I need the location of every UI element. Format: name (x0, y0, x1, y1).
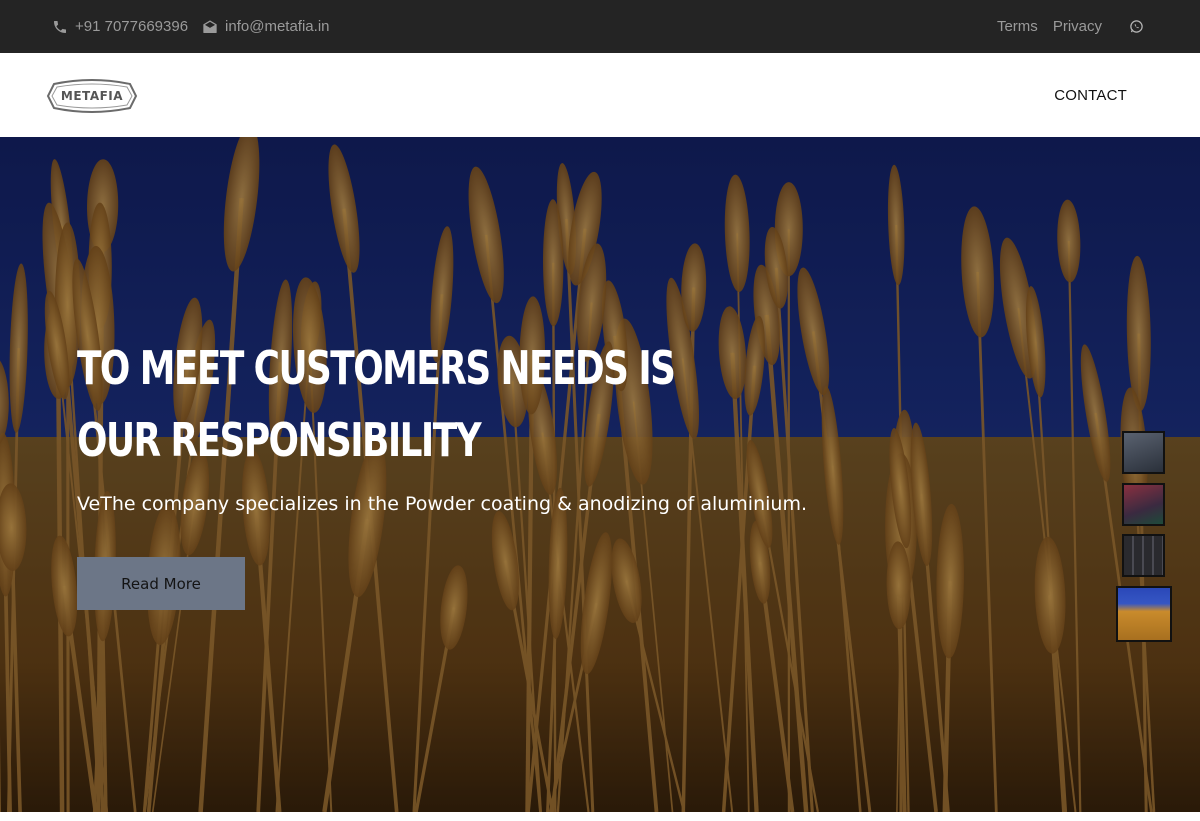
metafia-logo[interactable]: METAFIA (46, 78, 138, 114)
contact-info: +91 7077669396 info@metafia.in (52, 0, 330, 53)
envelope-icon (203, 19, 217, 33)
whatsapp-link[interactable] (1129, 19, 1144, 34)
page-bottom-edge (0, 812, 1200, 821)
nav-contact[interactable]: CONTACT (1054, 53, 1127, 137)
slide-4-thumbnail[interactable] (1116, 586, 1172, 642)
read-more-button[interactable]: Read More (77, 557, 245, 610)
phone-number[interactable]: +91 7077669396 (75, 18, 188, 35)
whatsapp-icon (1130, 20, 1143, 33)
terms-link[interactable]: Terms (997, 18, 1038, 35)
hero-slider: TO MEET CUSTOMERS NEEDS IS OUR RESPONSIB… (0, 137, 1200, 812)
phone-icon (54, 20, 66, 33)
topbar-links: Terms Privacy (997, 0, 1144, 53)
privacy-link[interactable]: Privacy (1053, 18, 1102, 35)
hero-title: TO MEET CUSTOMERS NEEDS IS OUR RESPONSIB… (77, 341, 676, 467)
slide-1-thumbnail[interactable] (1122, 431, 1165, 474)
phone-contact[interactable]: +91 7077669396 (52, 18, 188, 35)
email-contact[interactable]: info@metafia.in (202, 18, 330, 35)
slide-2-thumbnail[interactable] (1122, 483, 1165, 526)
site-header: METAFIA CONTACT (0, 53, 1200, 137)
hero-subtitle: VeThe company specializes in the Powder … (77, 493, 807, 515)
email-address[interactable]: info@metafia.in (225, 18, 329, 35)
svg-text:METAFIA: METAFIA (61, 89, 123, 103)
slide-3-thumbnail[interactable] (1122, 534, 1165, 577)
top-bar: +91 7077669396 info@metafia.in Terms Pri… (0, 0, 1200, 53)
